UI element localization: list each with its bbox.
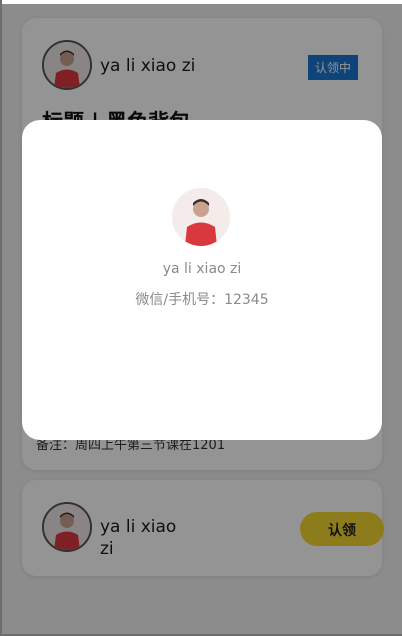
contact-modal: ya li xiao zi 微信/手机号：12345 bbox=[22, 120, 382, 440]
modal-contact: 微信/手机号：12345 bbox=[22, 289, 382, 309]
contact-value: 12345 bbox=[224, 292, 269, 308]
window-top-edge bbox=[0, 0, 402, 4]
user-avatar-icon bbox=[172, 188, 230, 246]
modal-username: ya li xiao zi bbox=[162, 261, 242, 277]
window-left-edge bbox=[0, 0, 2, 636]
contact-label: 微信/手机号： bbox=[135, 292, 225, 308]
